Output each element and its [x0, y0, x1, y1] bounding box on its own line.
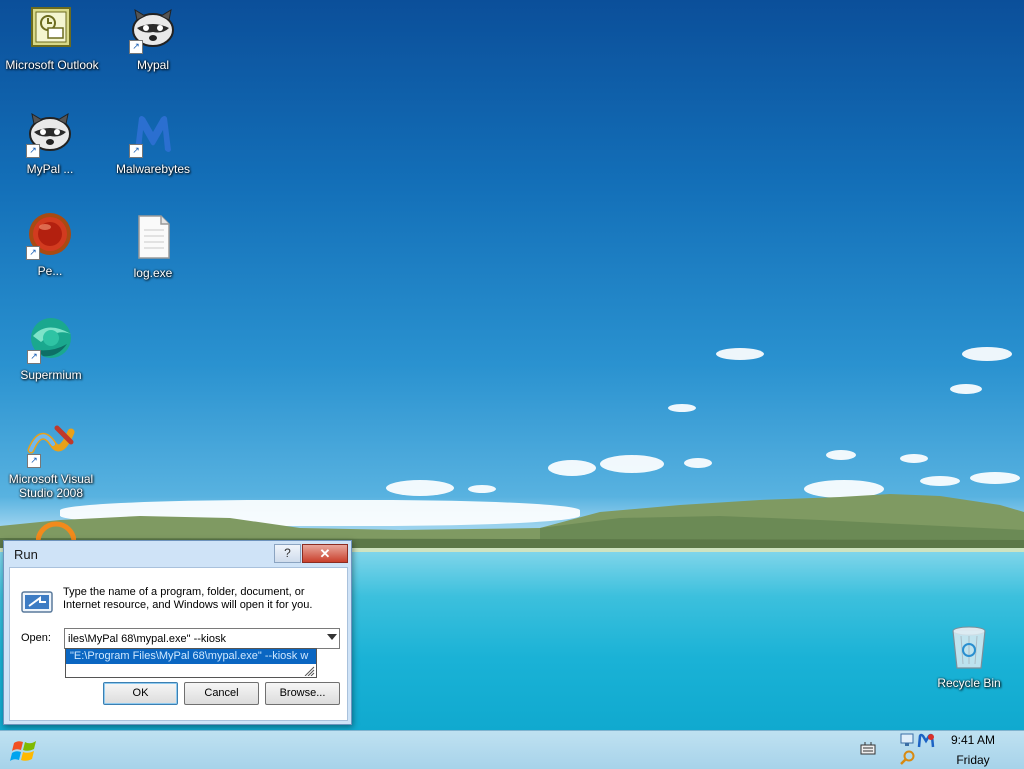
desktop-icon-label: Pe... — [37, 264, 63, 278]
desktop-icon-mypal[interactable]: ↗ Mypal — [103, 6, 203, 72]
keyboard-icon[interactable] — [860, 741, 876, 755]
desktop-icon-label: log.exe — [133, 266, 173, 280]
ok-button[interactable]: OK — [103, 682, 178, 705]
autocomplete-item[interactable]: "E:\Program Files\MyPal 68\mypal.exe" --… — [66, 649, 316, 664]
shortcut-arrow-icon: ↗ — [27, 350, 41, 364]
desktop-icon-malwarebytes[interactable]: ↗ Malwarebytes — [103, 110, 203, 176]
run-icon — [21, 591, 53, 613]
desktop-icon-visual-studio-2008[interactable]: ↗ Microsoft Visual Studio 2008 — [1, 420, 101, 500]
mountains — [0, 494, 1024, 556]
outlook-icon — [31, 7, 71, 47]
desktop-icon-label: Malwarebytes — [115, 162, 191, 176]
recycle-bin-icon — [952, 626, 986, 669]
desktop-icon-recycle-bin[interactable]: Recycle Bin — [919, 624, 1019, 690]
start-button-windows-icon[interactable] — [8, 737, 42, 765]
open-label: Open: — [21, 632, 51, 644]
resize-grip-icon[interactable] — [303, 666, 315, 676]
desktop-icon-supermium[interactable]: ↗ Supermium — [1, 316, 101, 382]
desktop-icon-label: Microsoft Outlook — [5, 58, 99, 72]
shortcut-arrow-icon: ↗ — [26, 144, 40, 158]
shortcut-arrow-icon: ↗ — [26, 246, 40, 260]
shortcut-arrow-icon: ↗ — [129, 40, 143, 54]
clock-day[interactable]: Friday — [938, 753, 1008, 767]
malwarebytes-tray-icon[interactable] — [917, 733, 935, 749]
partial-app-icon[interactable] — [36, 520, 76, 542]
desktop-icon-label: MyPal ... — [26, 162, 74, 176]
desktop-icon-pe[interactable]: ↗ Pe... — [0, 212, 100, 278]
desktop-icon-label: Mypal — [136, 58, 169, 72]
desktop-icon-label: Supermium — [20, 368, 82, 382]
file-icon — [138, 215, 170, 259]
shortcut-arrow-icon: ↗ — [129, 144, 143, 158]
desktop-icon-mypal-2[interactable]: ↗ MyPal ... — [0, 110, 100, 176]
run-description: Type the name of a program, folder, docu… — [63, 586, 313, 611]
clock-time[interactable]: 9:41 AM — [938, 733, 1008, 747]
network-icon[interactable] — [900, 733, 916, 747]
cancel-button[interactable]: Cancel — [184, 682, 259, 705]
desktop-icon-log-exe[interactable]: log.exe — [103, 214, 203, 280]
desktop-icon-label: Microsoft Visual Studio 2008 — [8, 472, 94, 500]
search-icon[interactable] — [900, 750, 916, 766]
run-dialog[interactable]: Run ? ✕ Type the name of a program, fold… — [3, 540, 352, 725]
help-button[interactable]: ? — [274, 544, 301, 563]
open-combobox[interactable] — [64, 628, 340, 649]
browse-button[interactable]: Browse... — [265, 682, 340, 705]
desktop-icon-microsoft-outlook[interactable]: Microsoft Outlook — [2, 6, 102, 72]
taskbar: 9:41 AM Friday — [0, 730, 1024, 769]
open-input[interactable] — [65, 629, 321, 648]
autocomplete-dropdown[interactable]: "E:\Program Files\MyPal 68\mypal.exe" --… — [65, 648, 317, 678]
shortcut-arrow-icon: ↗ — [27, 454, 41, 468]
run-dialog-body: Type the name of a program, folder, docu… — [9, 567, 348, 721]
run-dialog-title: Run — [14, 547, 38, 562]
close-button[interactable]: ✕ — [302, 544, 348, 563]
chevron-down-icon[interactable] — [327, 634, 337, 640]
run-dialog-titlebar[interactable]: Run ? ✕ — [4, 541, 351, 567]
desktop-icon-label: Recycle Bin — [937, 676, 1001, 690]
